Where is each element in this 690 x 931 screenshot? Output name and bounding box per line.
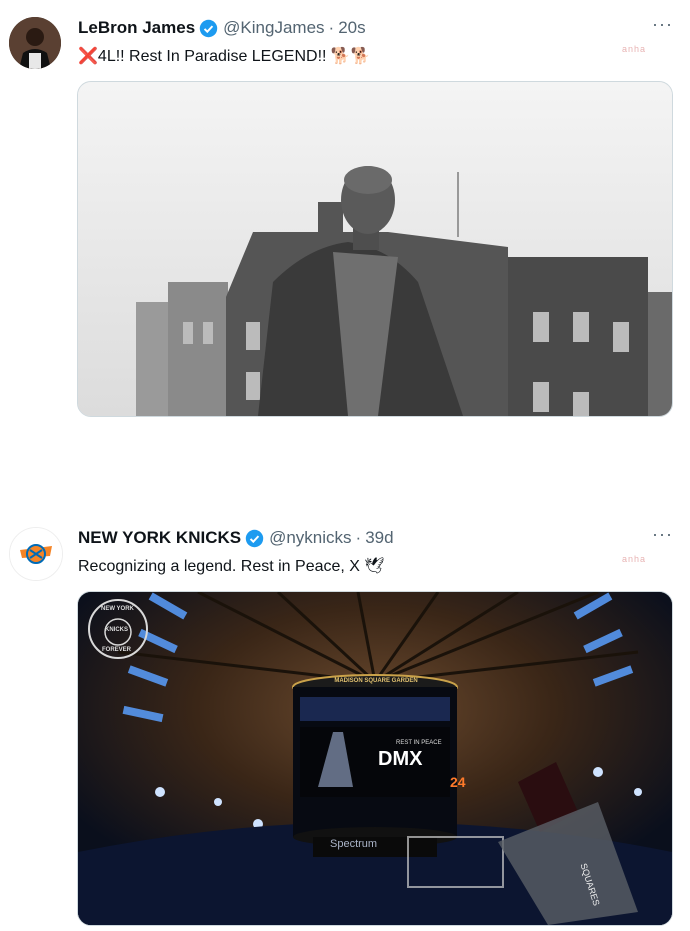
shot-clock: 24 <box>450 774 466 790</box>
tweet-media[interactable]: MADISON SQUARE GARDEN REST IN PEACE DMX … <box>77 591 673 926</box>
avatar[interactable] <box>9 17 61 69</box>
badge-top-text: NEW YORK <box>101 606 134 612</box>
tweet-text: ❌4L!! Rest In Paradise LEGEND!! 🐕🐕 <box>78 46 371 66</box>
tweet-header: LeBron James @KingJames · 20s <box>78 17 366 39</box>
badge-bottom-text: FOREVER <box>102 647 132 653</box>
photo-of-man-in-street-icon <box>78 82 672 416</box>
tweet-body: 4L!! Rest In Paradise LEGEND!! 🐕🐕 <box>97 48 371 65</box>
tweet-lebron[interactable]: LeBron James @KingJames · 20s ··· anha ❌… <box>0 0 690 470</box>
arena-sign: MADISON SQUARE GARDEN <box>334 678 418 684</box>
board-big-text: DMX <box>378 748 423 770</box>
timestamp[interactable]: 39d <box>365 528 393 548</box>
knicks-logo-icon <box>10 528 62 580</box>
board-small-text: REST IN PEACE <box>396 740 442 746</box>
user-handle[interactable]: @KingJames <box>223 18 324 38</box>
badge-mid-text: KNICKS <box>105 627 129 633</box>
more-options-button[interactable]: ··· <box>652 524 673 545</box>
display-name[interactable]: LeBron James <box>78 18 195 38</box>
watermark: anha <box>622 554 647 564</box>
separator: · <box>328 18 335 37</box>
tweet-text: Recognizing a legend. Rest in Peace, X 🕊 <box>78 558 385 575</box>
tweet-media[interactable] <box>77 81 673 417</box>
watermark: anha <box>622 44 647 54</box>
sponsor-text: Spectrum <box>330 838 378 850</box>
more-options-button[interactable]: ··· <box>652 14 673 35</box>
display-name[interactable]: NEW YORK KNICKS <box>78 528 241 548</box>
timestamp[interactable]: 20s <box>338 18 365 38</box>
tweet-header: NEW YORK KNICKS @nyknicks · 39d <box>78 527 394 549</box>
verified-badge-icon <box>245 529 264 547</box>
cross-mark-icon: ❌ <box>78 48 98 65</box>
player-avatar-icon <box>9 17 61 69</box>
verified-badge-icon <box>199 19 218 37</box>
separator: · <box>355 528 362 547</box>
avatar[interactable] <box>9 527 63 581</box>
user-handle[interactable]: @nyknicks <box>269 528 351 548</box>
tweet-knicks[interactable]: NEW YORK KNICKS @nyknicks · 39d ··· anha… <box>0 510 690 931</box>
